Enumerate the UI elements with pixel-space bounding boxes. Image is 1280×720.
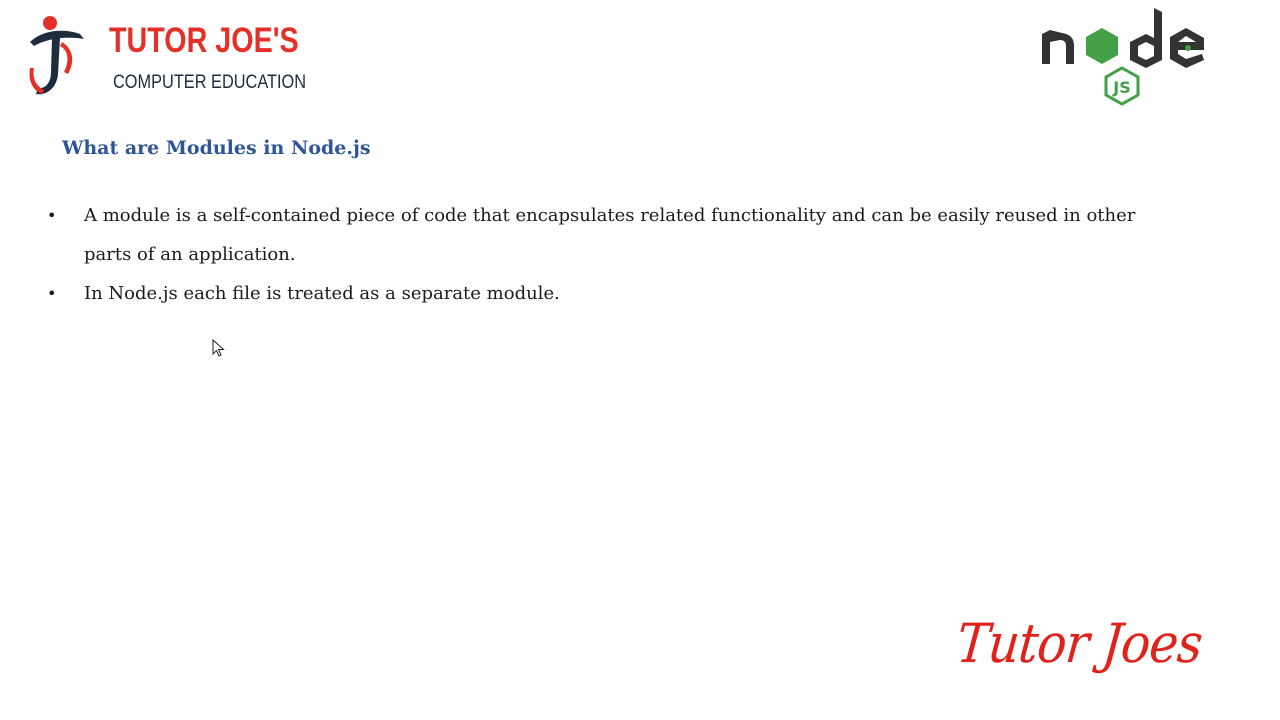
bullet-text: In Node.js each file is treated as a sep… [84,283,560,304]
tutor-joes-logo-icon [29,16,84,95]
mouse-cursor-icon [212,339,225,357]
brand-logo: TUTOR JOE'S COMPUTER EDUCATION [24,12,307,104]
slide: TUTOR JOE'S COMPUTER EDUCATION JS What a… [0,0,1280,720]
bullet-dot: • [47,284,57,303]
bullet-list: • A module is a self-contained piece of … [44,196,1184,313]
brand-subtitle: COMPUTER EDUCATION [113,72,307,93]
svg-text:JS: JS [1112,78,1130,97]
brand-name: TUTOR JOE'S [109,21,299,60]
nodejs-logo-icon: JS [1042,8,1204,106]
bullet-text: A module is a self-contained piece of co… [84,205,1136,265]
bullet-item: • In Node.js each file is treated as a s… [44,274,1184,313]
tutor-joes-signature: Tutor Joes [954,612,1205,675]
bullet-dot: • [47,206,57,225]
bullet-item: • A module is a self-contained piece of … [44,196,1184,274]
slide-title: What are Modules in Node.js [62,137,371,159]
